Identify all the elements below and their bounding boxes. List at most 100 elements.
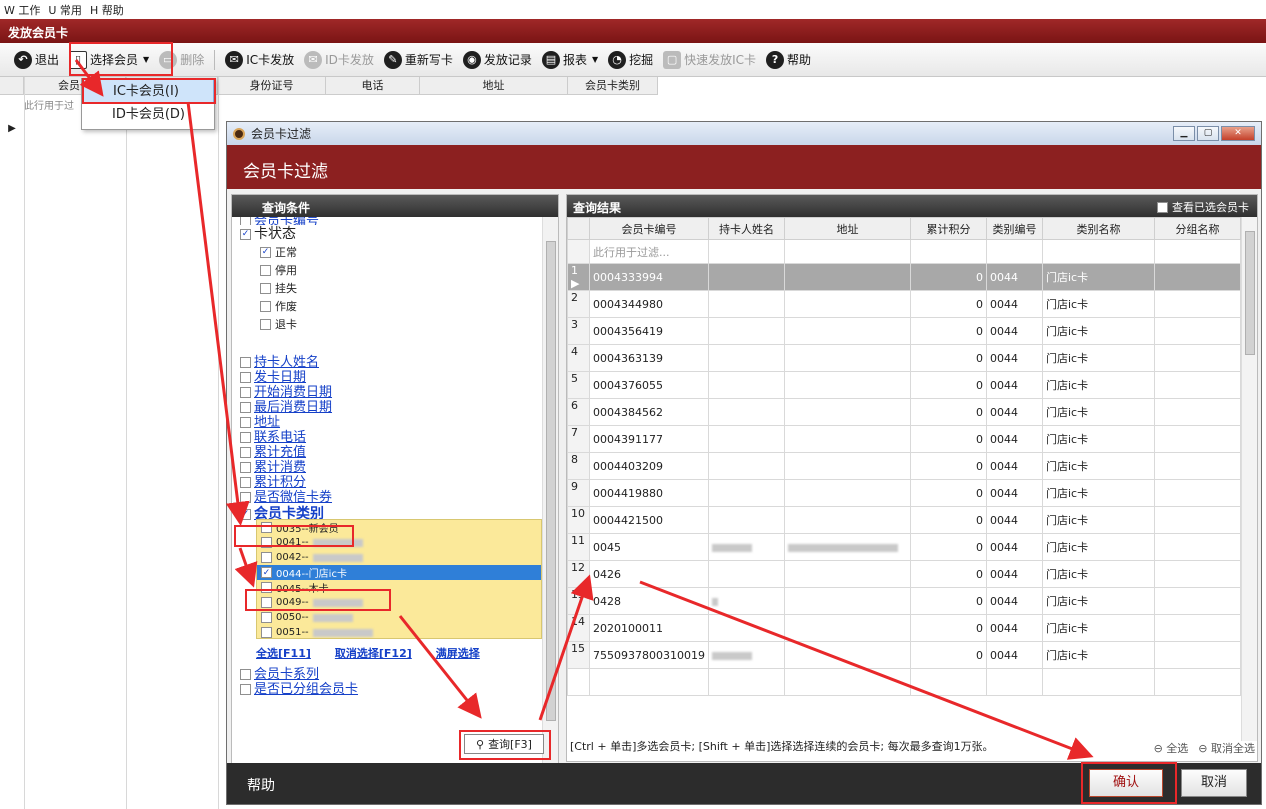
grid-col-header[interactable]: 电话 [326, 77, 420, 95]
select-member-button[interactable]: ▯ 选择会员 ▼ [65, 47, 153, 73]
maximize-icon[interactable]: ▢ [1197, 126, 1219, 141]
criteria-item[interactable]: 开始消费日期 [232, 385, 542, 400]
grid-col-header[interactable]: 身份证号 [218, 77, 326, 95]
checkbox[interactable] [260, 300, 271, 312]
criteria-item[interactable]: 地址 [232, 415, 542, 430]
criteria-link[interactable]: 持卡人姓名 [254, 355, 319, 370]
grid-col-header[interactable]: 地址 [420, 77, 568, 95]
table-row[interactable]: 6 0004384562 0 0044 门店ic卡 [567, 398, 1241, 426]
criteria-link[interactable]: 累计积分 [254, 475, 306, 490]
menu-item-id-member[interactable]: ID卡会员(D) [82, 103, 214, 127]
card-type-option[interactable]: 0049-- [257, 595, 541, 610]
table-row[interactable]: 5 0004376055 0 0044 门店ic卡 [567, 371, 1241, 399]
criteria-link[interactable]: 累计充值 [254, 445, 306, 460]
criteria-item[interactable]: 累计充值 [232, 445, 542, 460]
checkbox[interactable] [240, 372, 251, 383]
col-header[interactable]: 会员卡编号 [589, 217, 709, 240]
filter-cell[interactable] [783, 239, 911, 264]
checkbox[interactable] [240, 402, 251, 413]
criteria-link[interactable]: 会员卡系列 [254, 667, 319, 682]
results-scrollbar[interactable] [1241, 217, 1257, 741]
view-selected-toggle[interactable]: 查看已选会员卡 [1157, 199, 1249, 215]
checkbox[interactable] [240, 357, 251, 368]
select-all-results-link[interactable]: ⊖ 全选 [1154, 740, 1189, 756]
table-row[interactable]: 2 0004344980 0 0044 门店ic卡 [567, 290, 1241, 318]
table-row[interactable]: 3 0004356419 0 0044 门店ic卡 [567, 317, 1241, 345]
table-row[interactable]: 9 0004419880 0 0044 门店ic卡 [567, 479, 1241, 507]
menu-item-ic-member[interactable]: IC卡会员(I) [82, 79, 214, 103]
cancel-all-link[interactable]: ⊖ 取消全选 [1198, 740, 1255, 756]
ic-issue-button[interactable]: ✉ IC卡发放 [221, 47, 298, 73]
col-header[interactable]: 持卡人姓名 [707, 217, 785, 240]
criteria-item[interactable]: 会员卡编号 [232, 217, 542, 225]
status-option[interactable]: 停用 [232, 261, 542, 279]
query-button[interactable]: ⚲ 查询[F3] [464, 734, 544, 754]
checkbox[interactable] [261, 612, 272, 623]
criteria-item[interactable]: 累计消费 [232, 460, 542, 475]
menu-work[interactable]: W 工作 [4, 2, 40, 18]
criteria-scrollbar[interactable] [542, 217, 558, 781]
status-option[interactable]: 作废 [232, 297, 542, 315]
table-row[interactable]: 4 0004363139 0 0044 门店ic卡 [567, 344, 1241, 372]
checkbox[interactable] [240, 387, 251, 398]
card-type-option-selected[interactable]: ✓ 0044--门店ic卡 [257, 565, 541, 580]
cancel-button[interactable]: 取消 [1181, 769, 1247, 797]
card-type-option[interactable]: 0041-- [257, 535, 541, 550]
filter-cell[interactable]: 此行用于过滤... [589, 239, 709, 264]
minimize-icon[interactable]: ▁ [1173, 126, 1195, 141]
criteria-item[interactable]: 联系电话 [232, 430, 542, 445]
card-type-option[interactable]: 0042-- [257, 550, 541, 565]
col-header[interactable]: 地址 [783, 217, 911, 240]
filter-cell[interactable] [985, 239, 1043, 264]
checkbox[interactable] [240, 492, 251, 503]
checkbox-checked-icon[interactable]: ✓ [240, 228, 251, 240]
table-row[interactable]: 13 0428 0 0044 门店ic卡 [567, 587, 1241, 615]
checkbox[interactable] [260, 318, 271, 330]
criteria-link[interactable]: 是否微信卡券 [254, 490, 332, 505]
checkbox[interactable] [240, 669, 251, 680]
checkbox[interactable] [261, 582, 272, 593]
table-row[interactable]: 11 0045 0 0044 门店ic卡 [567, 533, 1241, 561]
criteria-item[interactable]: 是否微信卡券 [232, 490, 542, 505]
scroll-thumb[interactable] [1245, 231, 1255, 355]
col-header[interactable]: 类别编号 [985, 217, 1043, 240]
table-row[interactable]: 15 7550937800310019 0 0044 门店ic卡 [567, 641, 1241, 669]
checkbox[interactable] [240, 432, 251, 443]
help-label[interactable]: 帮助 [247, 775, 275, 795]
criteria-item[interactable]: 累计积分 [232, 475, 542, 490]
card-type-option[interactable]: 0051-- [257, 625, 541, 638]
card-type-option[interactable]: 0045--木卡 [257, 580, 541, 595]
status-option[interactable]: 退卡 [232, 315, 542, 333]
quick-ic-button[interactable]: ▢ 快速发放IC卡 [659, 47, 760, 73]
col-header[interactable]: 类别名称 [1041, 217, 1155, 240]
checkbox[interactable] [261, 537, 272, 548]
criteria-item-card-status[interactable]: ✓ 卡状态 [232, 225, 542, 243]
filter-cell[interactable] [909, 239, 987, 264]
card-type-option[interactable]: 0035--新会员 [257, 520, 541, 535]
grid-filter-row[interactable]: 此行用于过 [24, 97, 74, 112]
checkbox[interactable] [240, 477, 251, 488]
checkbox-checked-icon[interactable]: ✓ [240, 508, 251, 520]
checkbox[interactable] [260, 282, 271, 294]
criteria-item[interactable]: 持卡人姓名 [232, 355, 542, 370]
checkbox[interactable] [260, 264, 271, 276]
checkbox[interactable] [240, 217, 251, 225]
filter-cell[interactable] [707, 239, 785, 264]
deselect-link[interactable]: 取消选择[F12] [335, 645, 412, 661]
checkbox[interactable] [261, 522, 272, 533]
checkbox[interactable] [240, 447, 251, 458]
criteria-item[interactable]: 最后消费日期 [232, 400, 542, 415]
exit-button[interactable]: ↶ 退出 [10, 47, 63, 73]
status-option[interactable]: ✓ 正常 [232, 243, 542, 261]
rewrite-card-button[interactable]: ✎ 重新写卡 [380, 47, 457, 73]
filter-cell[interactable] [1153, 239, 1241, 264]
criteria-item[interactable]: 是否已分组会员卡 [232, 682, 542, 697]
scroll-thumb[interactable] [546, 241, 556, 721]
checkbox-checked-icon[interactable]: ✓ [261, 567, 272, 578]
report-button[interactable]: ▤ 报表 ▼ [538, 47, 602, 73]
criteria-link[interactable]: 最后消费日期 [254, 400, 332, 415]
criteria-link[interactable]: 地址 [254, 415, 280, 430]
delete-button[interactable]: ▭ 删除 [155, 47, 208, 73]
table-row[interactable]: 14 2020100011 0 0044 门店ic卡 [567, 614, 1241, 642]
criteria-link[interactable]: 发卡日期 [254, 370, 306, 385]
